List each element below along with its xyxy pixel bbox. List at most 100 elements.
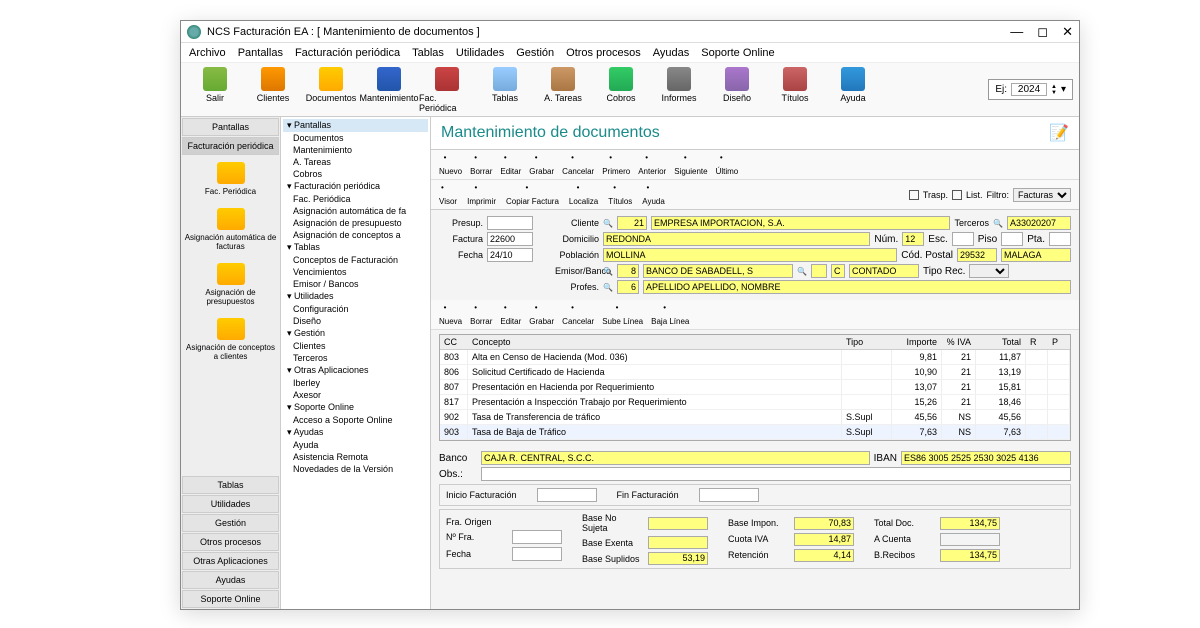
table-row[interactable]: 903Tasa de Baja de TráficoS.Supl7,63NS7,…: [440, 425, 1070, 440]
menu-pantallas[interactable]: Pantallas: [238, 47, 283, 59]
accordion-otras aplicaciones[interactable]: Otras Aplicaciones: [182, 552, 279, 570]
search-icon[interactable]: [797, 266, 807, 276]
tree-node[interactable]: Mantenimiento: [283, 144, 428, 156]
tbtn-fac. periódica[interactable]: Fac. Periódica: [419, 67, 475, 113]
btn-nuevo[interactable]: •Nuevo: [439, 153, 462, 176]
tree-node[interactable]: Asignación de presupuesto: [283, 217, 428, 229]
btn-anterior[interactable]: •Anterior: [638, 153, 666, 176]
table-row[interactable]: 902Tasa de Transferencia de tráficoS.Sup…: [440, 410, 1070, 425]
tree-node[interactable]: Terceros: [283, 352, 428, 364]
accordion-otros procesos[interactable]: Otros procesos: [182, 533, 279, 551]
trasp-checkbox[interactable]: [909, 190, 919, 200]
btn-editar[interactable]: •Editar: [500, 303, 521, 326]
tree-node[interactable]: Fac. Periódica: [283, 193, 428, 205]
btn-nueva[interactable]: •Nueva: [439, 303, 462, 326]
tbtn-informes[interactable]: Informes: [651, 67, 707, 113]
tbtn-tablas[interactable]: Tablas: [477, 67, 533, 113]
domicilio-input[interactable]: [603, 232, 870, 246]
menu-gestión[interactable]: Gestión: [516, 47, 554, 59]
btn-visor[interactable]: •Visor: [439, 183, 457, 206]
search-icon[interactable]: [603, 218, 613, 228]
accordion-tablas[interactable]: Tablas: [182, 476, 279, 494]
table-row[interactable]: 817Presentación a Inspección Trabajo por…: [440, 395, 1070, 410]
menu-tablas[interactable]: Tablas: [412, 47, 444, 59]
btn-siguiente[interactable]: •Siguiente: [674, 153, 707, 176]
presup-input[interactable]: [487, 216, 533, 230]
tbtn-títulos[interactable]: Títulos: [767, 67, 823, 113]
tree-node[interactable]: Novedades de la Versión: [283, 463, 428, 475]
tree-node[interactable]: ▾ Ayudas: [283, 426, 428, 439]
menu-ayudas[interactable]: Ayudas: [653, 47, 690, 59]
tbtn-cobros[interactable]: Cobros: [593, 67, 649, 113]
accordion-item[interactable]: Asignación automática de facturas: [181, 202, 280, 257]
table-row[interactable]: 807Presentación en Hacienda por Requerim…: [440, 380, 1070, 395]
tiporec-select[interactable]: [969, 264, 1009, 278]
btn-cancelar[interactable]: •Cancelar: [562, 303, 594, 326]
tbtn-salir[interactable]: Salir: [187, 67, 243, 113]
menu-utilidades[interactable]: Utilidades: [456, 47, 504, 59]
accordion-item[interactable]: Asignación de presupuestos: [181, 257, 280, 312]
ej-dropdown[interactable]: ▾: [1061, 84, 1066, 95]
tbtn-ayuda[interactable]: Ayuda: [825, 67, 881, 113]
tree-node[interactable]: ▾ Gestión: [283, 327, 428, 340]
tree-node[interactable]: ▾ Soporte Online: [283, 401, 428, 414]
btn-último[interactable]: •Último: [716, 153, 739, 176]
tree-node[interactable]: Emisor / Bancos: [283, 278, 428, 290]
tree-node[interactable]: ▾ Tablas: [283, 241, 428, 254]
edit-icon[interactable]: 📝: [1049, 123, 1069, 143]
btn-baja línea[interactable]: •Baja Línea: [651, 303, 689, 326]
accordion-item[interactable]: Asignación de conceptos a clientes: [181, 312, 280, 367]
nav-tree[interactable]: ▾ Pantallas Documentos Mantenimiento A. …: [281, 117, 431, 609]
cliente-num[interactable]: [617, 216, 647, 230]
tree-node[interactable]: ▾ Otras Aplicaciones: [283, 364, 428, 377]
btn-cancelar[interactable]: •Cancelar: [562, 153, 594, 176]
menu-archivo[interactable]: Archivo: [189, 47, 226, 59]
banco-input[interactable]: [481, 451, 870, 465]
btn-borrar[interactable]: •Borrar: [470, 303, 492, 326]
tree-node[interactable]: A. Tareas: [283, 156, 428, 168]
menu-otros procesos[interactable]: Otros procesos: [566, 47, 641, 59]
tree-node[interactable]: Acceso a Soporte Online: [283, 414, 428, 426]
btn-grabar[interactable]: •Grabar: [529, 303, 554, 326]
search-icon[interactable]: [603, 266, 613, 276]
cliente-name[interactable]: [651, 216, 950, 230]
tree-node[interactable]: Documentos: [283, 132, 428, 144]
tree-node[interactable]: Iberley: [283, 377, 428, 389]
minimize-button[interactable]: —: [1010, 24, 1023, 40]
accordion-utilidades[interactable]: Utilidades: [182, 495, 279, 513]
tree-node[interactable]: ▾ Utilidades: [283, 290, 428, 303]
search-icon[interactable]: [603, 282, 613, 292]
tree-node[interactable]: ▾ Pantallas: [283, 119, 428, 132]
menu-soporte online[interactable]: Soporte Online: [701, 47, 774, 59]
tbtn-documentos[interactable]: Documentos: [303, 67, 359, 113]
terceros-input[interactable]: [1007, 216, 1071, 230]
maximize-button[interactable]: ◻: [1037, 24, 1048, 40]
tree-node[interactable]: Cobros: [283, 168, 428, 180]
accordion-ayudas[interactable]: Ayudas: [182, 571, 279, 589]
tbtn-a. tareas[interactable]: A. Tareas: [535, 67, 591, 113]
ej-input[interactable]: [1011, 83, 1047, 96]
tree-node[interactable]: Configuración: [283, 303, 428, 315]
list-checkbox[interactable]: [952, 190, 962, 200]
accordion-soporte online[interactable]: Soporte Online: [182, 590, 279, 608]
accordion-pantallas[interactable]: Pantallas: [182, 118, 279, 136]
accordion-gestión[interactable]: Gestión: [182, 514, 279, 532]
factura-input[interactable]: [487, 232, 533, 246]
poblacion-input[interactable]: [603, 248, 897, 262]
btn-ayuda[interactable]: •Ayuda: [642, 183, 665, 206]
tree-node[interactable]: Axesor: [283, 389, 428, 401]
btn-títulos[interactable]: •Títulos: [608, 183, 632, 206]
tbtn-diseño[interactable]: Diseño: [709, 67, 765, 113]
tree-node[interactable]: ▾ Facturación periódica: [283, 180, 428, 193]
close-button[interactable]: ✕: [1062, 24, 1073, 40]
btn-grabar[interactable]: •Grabar: [529, 153, 554, 176]
search-icon[interactable]: [993, 218, 1003, 228]
btn-copiar factura[interactable]: •Copiar Factura: [506, 183, 559, 206]
filtro-select[interactable]: Facturas: [1013, 188, 1071, 202]
tree-node[interactable]: Ayuda: [283, 439, 428, 451]
iban-input[interactable]: [901, 451, 1071, 465]
table-row[interactable]: 806Solicitud Certificado de Hacienda10,9…: [440, 365, 1070, 380]
tree-node[interactable]: Asistencia Remota: [283, 451, 428, 463]
btn-localiza[interactable]: •Localiza: [569, 183, 598, 206]
tbtn-clientes[interactable]: Clientes: [245, 67, 301, 113]
